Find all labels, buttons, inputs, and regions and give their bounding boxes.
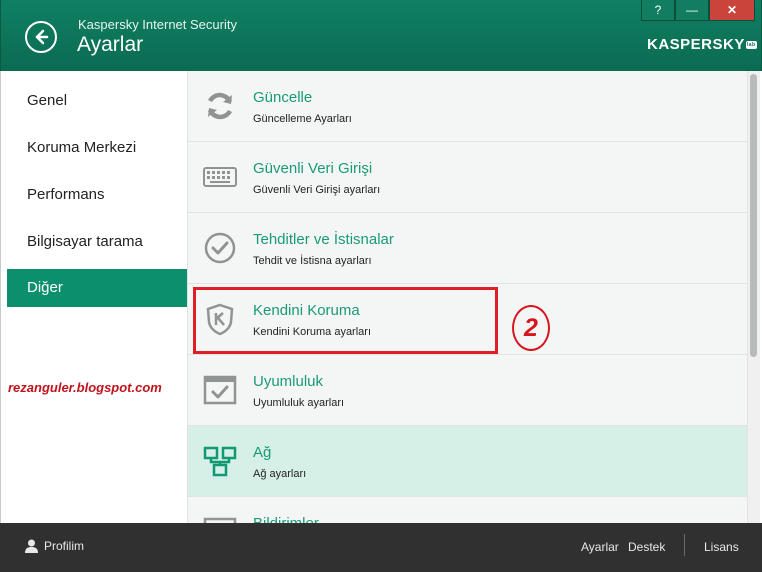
footer-divider [684,534,685,556]
window-controls: ? — ✕ [641,0,755,21]
footer-support-link[interactable]: Destek [628,540,665,554]
row-title: Güvenli Veri Girişi [253,160,373,177]
footer-license-link[interactable]: Lisans [704,540,739,554]
sidebar-item-koruma-merkezi[interactable]: Koruma Merkezi [7,129,187,167]
sidebar-item-diger[interactable]: Diğer [7,269,187,307]
settings-row-ag[interactable]: Ağ Ağ ayarları [188,426,747,497]
brand-name: KASPERSKY [647,36,745,53]
row-subtitle: Güvenli Veri Girişi ayarları [253,184,381,196]
watermark-text: rezanguler.blogspot.com [8,380,162,395]
settings-row-bildirimler[interactable]: Bildirimler [188,497,747,523]
row-title: Uyumluluk [253,373,324,390]
row-subtitle: Uyumluluk ayarları [253,397,345,409]
notifications-icon [203,517,237,523]
compatibility-icon [203,375,237,405]
app-name: Kaspersky Internet Security [78,17,237,32]
footer-settings-link[interactable]: Ayarlar [581,540,619,554]
footer-bar: Profilim Ayarlar Destek Lisans [0,523,762,572]
settings-row-uyumluluk[interactable]: Uyumluluk Uyumluluk ayarları [188,355,747,426]
settings-row-guvenli-veri-girisi[interactable]: Güvenli Veri Girişi Güvenli Veri Girişi … [188,142,747,213]
row-subtitle: Tehdit ve İstisna ayarları [253,255,372,267]
annotation-step-number: 2 [512,305,550,351]
close-button[interactable]: ✕ [709,0,755,21]
settings-row-tehditler[interactable]: Tehditler ve İstisnalar Tehdit ve İstisn… [188,213,747,284]
scrollbar-thumb[interactable] [750,74,757,357]
network-icon [203,446,237,477]
help-button[interactable]: ? [641,0,675,21]
brand-logo: KASPERSKY lab [647,36,757,53]
title-bar: Kaspersky Internet Security Ayarlar KASP… [0,0,762,71]
settings-row-guncelle[interactable]: Güncelle Güncelleme Ayarları [188,71,747,142]
arrow-left-icon [35,29,49,45]
row-title: Bildirimler [253,515,319,523]
row-subtitle: Güncelleme Ayarları [253,113,352,125]
update-icon [207,92,233,120]
profile-link[interactable]: Profilim [25,539,84,553]
sidebar: Genel Koruma Merkezi Performans Bilgisay… [0,71,187,523]
back-button[interactable] [25,21,57,53]
keyboard-icon [203,167,237,187]
row-title: Tehditler ve İstisnalar [253,231,394,248]
row-title: Güncelle [253,89,313,106]
user-icon [25,539,38,553]
row-title: Ağ [253,444,272,461]
minimize-button[interactable]: — [675,0,709,21]
sidebar-item-performans[interactable]: Performans [7,176,187,214]
brand-lab-badge: lab [745,41,757,50]
sidebar-item-genel[interactable]: Genel [7,82,187,120]
profile-label: Profilim [44,539,85,553]
row-subtitle: Ağ ayarları [253,468,307,480]
sidebar-item-bilgisayar-tarama[interactable]: Bilgisayar tarama [7,223,187,261]
page-title: Ayarlar [77,33,144,56]
checkmark-icon [204,232,236,264]
annotation-highlight-box [193,287,498,354]
scrollbar[interactable] [747,71,760,523]
